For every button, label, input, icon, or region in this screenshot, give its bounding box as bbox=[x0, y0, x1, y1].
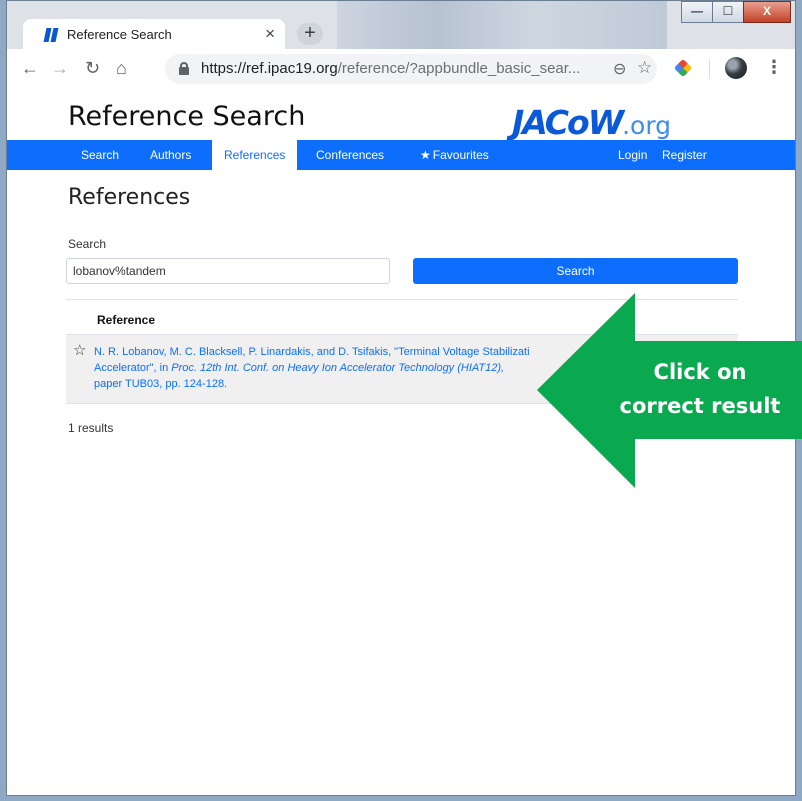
search-input[interactable] bbox=[66, 258, 390, 284]
address-bar[interactable]: https://ref.ipac19.org/reference/?appbun… bbox=[165, 54, 657, 84]
site-title: Reference Search bbox=[68, 101, 306, 132]
tab-title: Reference Search bbox=[67, 27, 172, 42]
reference-link[interactable]: N. R. Lobanov, M. C. Blacksell, P. Linar… bbox=[94, 344, 614, 392]
nav-register[interactable]: Register bbox=[650, 140, 719, 170]
web-page: Reference Search JACoW.org Search Author… bbox=[7, 89, 795, 795]
url-text: https://ref.ipac19.org/reference/?appbun… bbox=[201, 60, 581, 77]
extension-icon[interactable] bbox=[673, 58, 693, 78]
callout-text: Click on correct result bbox=[619, 360, 781, 418]
browser-toolbar: ← → ↻ ⌂ https://ref.ipac19.org/reference… bbox=[7, 49, 795, 90]
maximize-button[interactable]: ☐ bbox=[712, 1, 744, 23]
nav-authors[interactable]: Authors bbox=[138, 140, 203, 170]
close-tab-icon[interactable]: × bbox=[265, 24, 275, 44]
nav-conferences[interactable]: Conferences bbox=[304, 140, 396, 170]
main-nav: Search Authors References Conferences ★ F… bbox=[7, 140, 795, 172]
nav-search[interactable]: Search bbox=[69, 140, 131, 170]
title-bar: Reference Search × + — ☐ X bbox=[7, 1, 795, 49]
nav-favourites[interactable]: ★ Favourites bbox=[408, 140, 501, 170]
favourite-star-icon[interactable]: ☆ bbox=[73, 343, 86, 358]
close-window-button[interactable]: X bbox=[743, 1, 791, 23]
nav-references[interactable]: References bbox=[212, 140, 298, 172]
lock-icon[interactable] bbox=[179, 62, 189, 75]
reference-column-header: Reference bbox=[97, 313, 156, 327]
divider bbox=[66, 299, 738, 300]
home-icon[interactable]: ⌂ bbox=[116, 57, 127, 79]
star-icon: ★ bbox=[420, 148, 431, 162]
result-count: 1 results bbox=[68, 421, 114, 435]
search-button[interactable]: Search bbox=[413, 258, 738, 284]
page-heading: References bbox=[68, 185, 191, 210]
bookmark-star-icon[interactable]: ☆ bbox=[637, 58, 652, 78]
new-tab-button[interactable]: + bbox=[297, 23, 323, 45]
search-label: Search bbox=[68, 237, 107, 251]
jacow-logo[interactable]: JACoW.org bbox=[512, 103, 671, 142]
profile-avatar[interactable] bbox=[725, 57, 747, 79]
back-icon[interactable]: ← bbox=[21, 57, 39, 79]
forward-icon[interactable]: → bbox=[51, 57, 69, 79]
window-controls: — ☐ X bbox=[681, 1, 791, 23]
reload-icon[interactable]: ↻ bbox=[85, 57, 100, 79]
menu-icon[interactable]: ⋮ bbox=[765, 57, 783, 77]
minimize-button[interactable]: — bbox=[681, 1, 713, 23]
jacow-favicon-icon bbox=[43, 28, 59, 42]
browser-tab[interactable]: Reference Search × bbox=[23, 19, 285, 49]
zoom-icon[interactable]: ⊖ bbox=[613, 59, 626, 79]
